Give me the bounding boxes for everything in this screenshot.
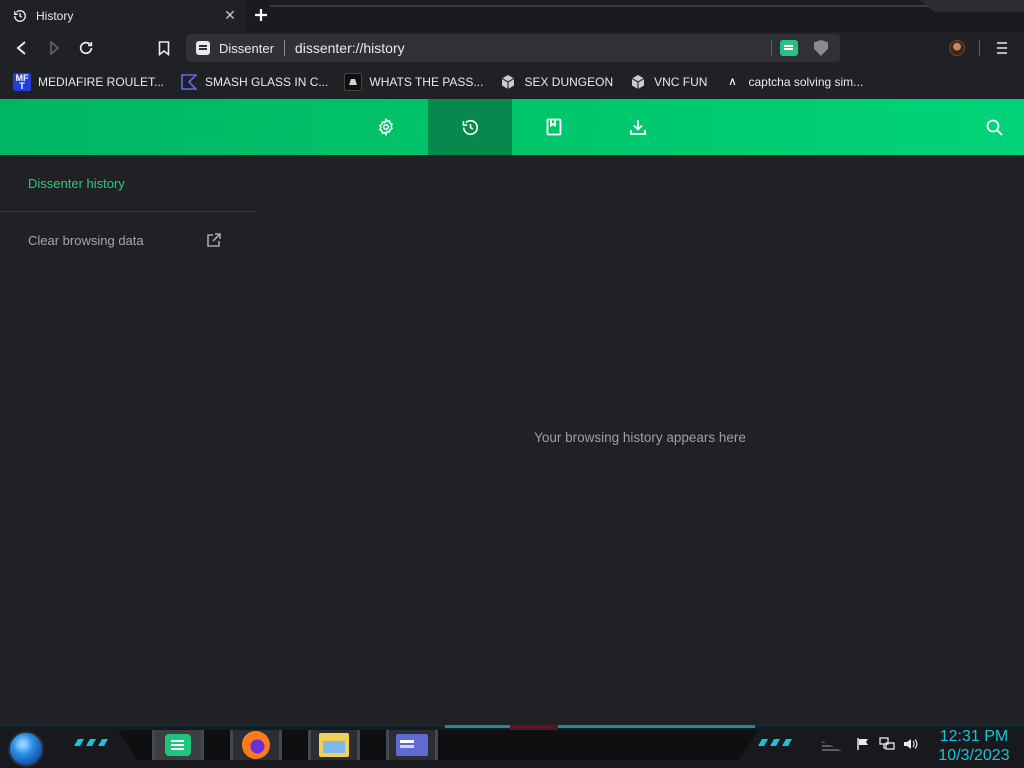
mediafire-icon: MF T <box>13 73 31 91</box>
card-app-icon <box>396 734 428 756</box>
new-tab-button[interactable] <box>250 4 272 26</box>
bookmark-label: captcha solving sim... <box>748 75 864 89</box>
taskbar-chevrons-right <box>758 739 792 747</box>
sidebar-item-dissenter-history[interactable]: Dissenter history <box>28 176 125 191</box>
plus-icon <box>255 9 267 21</box>
back-button[interactable] <box>10 36 34 60</box>
site-chip[interactable]: Dissenter <box>186 34 274 62</box>
taskbar-stripes <box>822 741 846 753</box>
tab-settings[interactable] <box>344 99 428 155</box>
tab-bookmarks[interactable] <box>512 99 596 155</box>
url-text[interactable]: dissenter://history <box>295 40 771 56</box>
tab-title: History <box>36 8 74 23</box>
bookmarks-bar: MF T MEDIAFIRE ROULET... SMASH GLASS IN … <box>0 65 1024 99</box>
search-button[interactable] <box>980 113 1008 141</box>
start-button[interactable] <box>8 731 44 767</box>
bookmark-label: SEX DUNGEON <box>524 75 614 89</box>
address-bar[interactable]: Dissenter dissenter://history <box>186 34 840 62</box>
gear-icon <box>379 118 393 136</box>
tab-history[interactable] <box>428 99 512 155</box>
external-link-icon[interactable] <box>205 231 223 249</box>
bookmark-label: MEDIAFIRE ROULET... <box>38 75 165 89</box>
bookmark-button[interactable] <box>152 36 176 60</box>
taskbar: 12:31 PM 10/3/2023 <box>0 725 1024 768</box>
back-arrow-icon <box>16 41 26 55</box>
history-sidebar: Dissenter history Clear browsing data <box>0 155 256 725</box>
tabstrip-decoration-line <box>270 5 1024 7</box>
tab-downloads[interactable] <box>596 99 680 155</box>
history-icon <box>462 119 478 135</box>
taskbar-chevrons-left <box>74 739 108 747</box>
bookmark-item[interactable]: Λ captcha solving sim... <box>723 68 863 96</box>
taskbar-glow <box>445 725 755 728</box>
taskbar-clock[interactable]: 12:31 PM 10/3/2023 <box>930 727 1018 765</box>
search-icon <box>986 119 1003 136</box>
menu-separator <box>979 40 980 56</box>
menu-button[interactable] <box>992 37 1012 59</box>
taskbar-app-firefox[interactable] <box>230 730 282 760</box>
browser-toolbar: Dissenter dissenter://history <box>0 31 1024 65</box>
extension-separator <box>771 40 772 56</box>
history-icon <box>12 8 28 24</box>
network-icon[interactable] <box>879 737 895 751</box>
file-explorer-icon <box>319 733 349 757</box>
captcha-icon: Λ <box>729 77 736 87</box>
taskbar-app-dissenter[interactable] <box>152 730 204 760</box>
cube-icon <box>629 73 647 91</box>
firefox-icon <box>242 731 270 759</box>
bookmark-label: VNC FUN <box>654 75 708 89</box>
flag-icon[interactable] <box>855 737 871 751</box>
tab-history[interactable]: History ✕ <box>0 0 246 31</box>
bookmarks-icon <box>546 118 562 136</box>
forward-arrow-icon <box>50 41 60 55</box>
tab-strip: History ✕ <box>0 0 1024 31</box>
dissenter-app-icon <box>165 734 191 756</box>
taskbar-app-explorer[interactable] <box>308 730 360 760</box>
sidebar-item-clear-browsing-data[interactable]: Clear browsing data <box>28 233 144 248</box>
forward-button[interactable] <box>42 36 66 60</box>
volume-icon[interactable] <box>903 737 919 751</box>
cube-icon <box>499 73 517 91</box>
clock-date: 10/3/2023 <box>938 747 1010 764</box>
dissenter-site-icon <box>196 41 210 55</box>
profile-avatar[interactable] <box>949 40 965 56</box>
bookmark-item[interactable]: VNC FUN <box>629 68 707 96</box>
tabstrip-decoration <box>920 0 1024 12</box>
history-header <box>0 99 1024 155</box>
bookmark-icon <box>158 40 170 56</box>
smash-glass-icon <box>180 73 198 91</box>
system-tray <box>855 737 919 751</box>
clock-time: 12:31 PM <box>939 728 1009 745</box>
shield-icon[interactable] <box>814 40 828 56</box>
sidebar-divider <box>0 211 256 212</box>
taskbar-app-area <box>118 730 758 760</box>
address-separator <box>283 40 285 56</box>
taskbar-app-card[interactable] <box>386 730 438 760</box>
bookmark-item[interactable]: SEX DUNGEON <box>499 68 613 96</box>
hamburger-menu-icon <box>997 42 1007 54</box>
bookmark-label: SMASH GLASS IN C... <box>205 75 329 89</box>
bookmark-item[interactable]: WHATS THE PASS... <box>344 68 483 96</box>
site-name: Dissenter <box>219 40 274 56</box>
bookmark-item[interactable]: SMASH GLASS IN C... <box>180 68 328 96</box>
bookmark-item[interactable]: MF T MEDIAFIRE ROULET... <box>13 68 164 96</box>
reload-button[interactable] <box>74 36 98 60</box>
reload-icon <box>79 41 93 55</box>
dissenter-extension-icon[interactable] <box>780 40 798 56</box>
whats-the-pass-icon <box>344 73 363 91</box>
download-icon <box>630 120 646 135</box>
close-icon[interactable]: ✕ <box>220 6 240 26</box>
bookmark-label: WHATS THE PASS... <box>369 75 484 89</box>
empty-history-message: Your browsing history appears here <box>534 430 746 445</box>
